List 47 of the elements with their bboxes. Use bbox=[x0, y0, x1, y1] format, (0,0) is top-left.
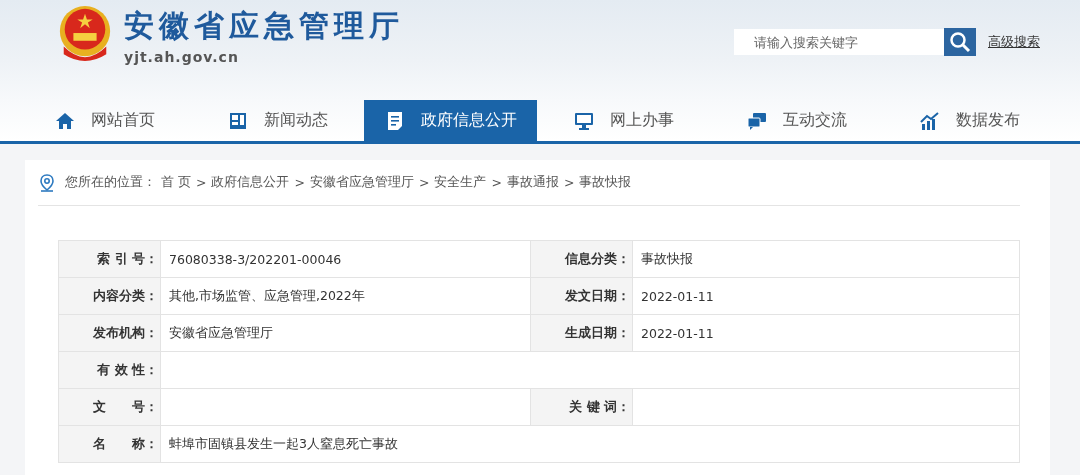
breadcrumb-link[interactable]: 首 页 bbox=[161, 174, 191, 191]
breadcrumb-link[interactable]: 事故通报 bbox=[506, 174, 559, 191]
value-cell: 事故快报 bbox=[633, 241, 1020, 278]
nav-tab[interactable]: 新闻动态 bbox=[191, 100, 364, 141]
field-label: 文 号： bbox=[59, 389, 161, 426]
value-cell: 76080338-3/202201-00046 bbox=[161, 241, 531, 278]
nav-tab[interactable]: 数据发布 bbox=[883, 100, 1056, 141]
newspaper-icon bbox=[227, 110, 248, 131]
advanced-search-link[interactable]: 高级搜索 bbox=[988, 33, 1040, 51]
home-icon bbox=[54, 110, 75, 131]
field-label: 发布机构： bbox=[59, 315, 161, 352]
value-cell: 其他,市场监管、应急管理,2022年 bbox=[161, 278, 531, 315]
search-button[interactable] bbox=[944, 28, 976, 56]
nav-tab[interactable]: 网上办事 bbox=[537, 100, 710, 141]
breadcrumb-separator: > bbox=[294, 175, 305, 190]
nav-tab[interactable]: 网站首页 bbox=[18, 100, 191, 141]
breadcrumb-link[interactable]: 安全生产 bbox=[434, 174, 487, 191]
location-pin-icon bbox=[38, 172, 56, 193]
field-label: 名 称： bbox=[59, 426, 161, 463]
field-label: 生成日期： bbox=[531, 315, 633, 352]
breadcrumb-link[interactable]: 政府信息公开 bbox=[211, 174, 290, 191]
breadcrumb-separator: > bbox=[418, 175, 430, 190]
value-cell: 蚌埠市固镇县发生一起3人窒息死亡事故 bbox=[161, 426, 1020, 463]
search-icon bbox=[949, 31, 971, 53]
breadcrumb-separator: > bbox=[196, 175, 207, 190]
breadcrumb-link[interactable]: 安徽省应急管理厅 bbox=[309, 174, 414, 191]
chat-bubbles-icon bbox=[746, 110, 767, 131]
breadcrumb-separator: > bbox=[491, 175, 502, 190]
site-title: 安徽省应急管理厅 bbox=[124, 7, 404, 45]
field-label: 信息分类： bbox=[531, 241, 633, 278]
bar-chart-icon bbox=[919, 110, 940, 131]
monitor-icon bbox=[573, 110, 594, 131]
breadcrumb-separator: > bbox=[563, 175, 575, 190]
value-cell: 2022-01-11 bbox=[633, 315, 1020, 352]
value-cell: 安徽省应急管理厅 bbox=[161, 315, 531, 352]
nav-tab[interactable]: 政府信息公开 bbox=[364, 100, 537, 141]
search-field[interactable]: 请输入搜索关键字 bbox=[734, 29, 944, 55]
breadcrumb-label: 您所在的位置： bbox=[65, 174, 156, 191]
value-cell: 2022-01-11 bbox=[633, 278, 1020, 315]
field-label: 关 键 词： bbox=[531, 389, 633, 426]
field-label: 有 效 性： bbox=[59, 352, 161, 389]
field-label: 发文日期： bbox=[531, 278, 633, 315]
breadcrumb-link[interactable]: 事故快报 bbox=[579, 174, 632, 191]
field-label: 索 引 号： bbox=[59, 241, 161, 278]
nav-tab[interactable]: 互动交流 bbox=[710, 100, 883, 141]
site-domain: yjt.ah.gov.cn bbox=[124, 49, 240, 65]
field-label: 内容分类： bbox=[59, 278, 161, 315]
